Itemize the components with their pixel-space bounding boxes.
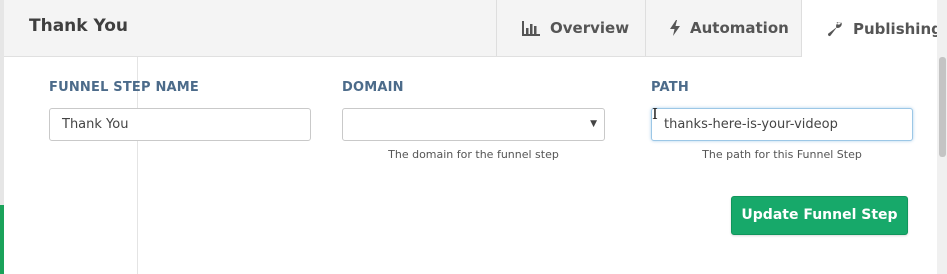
caret-down-icon: ▼ <box>590 119 597 129</box>
domain-label: DOMAIN <box>342 80 404 95</box>
funnel-step-name-input[interactable]: Thank You <box>49 108 311 141</box>
tab-overview-label: Overview <box>550 19 630 37</box>
tab-publishing-label: Publishing <box>853 19 942 38</box>
tab-automation[interactable]: Automation <box>645 0 801 56</box>
path-input[interactable]: thanks-here-is-your-videop <box>651 108 913 141</box>
tab-overview[interactable]: Overview <box>496 0 645 56</box>
tab-publishing[interactable]: Publishing <box>801 0 947 57</box>
funnel-step-name-label: FUNNEL STEP NAME <box>49 80 200 95</box>
update-funnel-step-button[interactable]: Update Funnel Step <box>731 196 908 235</box>
path-help-text: The path for this Funnel Step <box>702 148 862 161</box>
path-label: PATH <box>651 80 689 95</box>
header-bar: Thank You Overview Automation Publishing <box>4 0 947 57</box>
domain-help-text: The domain for the funnel step <box>388 148 559 161</box>
domain-select[interactable]: ▼ <box>342 108 605 141</box>
text-cursor-icon: I <box>652 105 658 123</box>
left-accent-bar <box>0 205 4 274</box>
bar-chart-icon <box>522 20 540 36</box>
tab-automation-label: Automation <box>690 19 789 37</box>
lightning-bolt-icon <box>670 20 680 36</box>
page-title: Thank You <box>29 16 129 36</box>
scrollbar-thumb[interactable] <box>939 57 946 157</box>
wrench-icon <box>827 21 843 37</box>
